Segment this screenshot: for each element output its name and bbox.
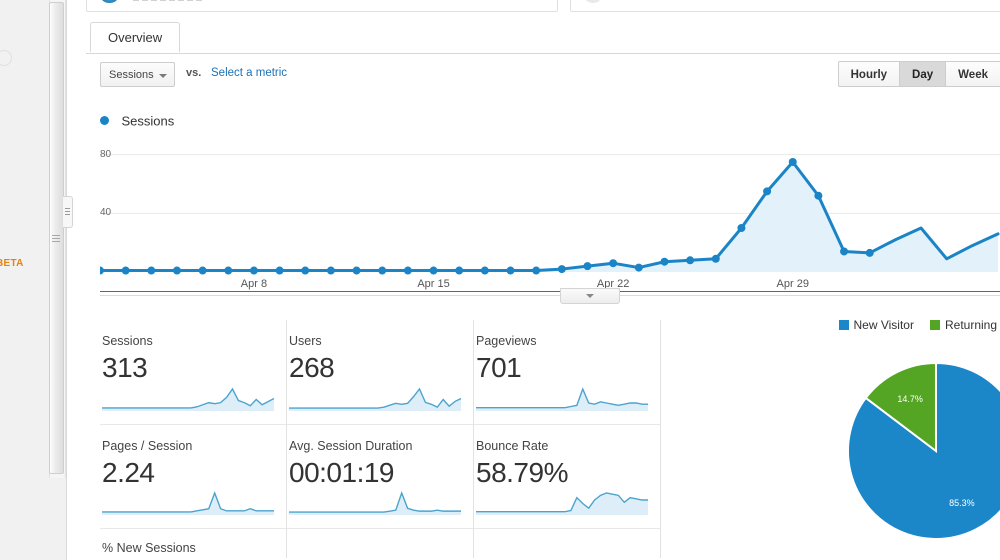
metric-card-value: 00:01:19 [289,457,395,488]
metric-card-row: Pages / Session 2.24 Avg. Session Duration… [100,424,680,528]
top-card-left[interactable] [86,0,558,12]
granularity-button-week[interactable]: Week [945,61,1000,87]
metric-card-value: 701 [476,352,522,383]
main-content: Overview Sessions vs. Select a metric Ho… [86,0,1000,560]
sidebar-icon-placeholder [0,50,12,66]
pie-slice-percent-label: 85.3% [949,498,975,508]
metric-card[interactable]: Sessions 313 [100,320,287,424]
metric-card-value: 58.79% [476,457,568,488]
analytics-overview-screen: BETA Overview [0,0,1000,560]
metric-sparkline [102,387,274,411]
top-card-right-icon [585,0,601,3]
top-card-left-text [133,0,205,1]
metric-card-row-partial: % New Sessions [100,528,680,560]
metric-card[interactable]: Pages / Session 2.24 [100,424,287,528]
metric-select[interactable]: Sessions [100,62,175,87]
scrollbar-grip-icon [52,233,60,243]
pie-legend: New Visitor Returning Visitor [786,318,1000,338]
sidebar-scrollbar-thumb[interactable] [49,2,64,474]
granularity-button-day[interactable]: Day [899,61,946,87]
new-vs-returning-pie-chart[interactable]: 85.3% 14.7% [836,346,1000,556]
metric-card[interactable]: Avg. Session Duration 00:01:19 [287,424,474,528]
granularity-button-group: Hourly Day Week [837,61,1000,87]
tab-overview[interactable]: Overview [90,22,181,52]
metric-card[interactable]: Bounce Rate 58.79% [474,424,661,528]
metric-card[interactable] [474,528,661,558]
metric-card-label: Bounce Rate [476,439,549,453]
y-axis-tick-80: 80 [100,148,112,160]
legend-color-dot [100,116,109,126]
chart-bottom-rule [100,295,1000,296]
metric-card-label: Pages / Session [102,439,193,453]
beta-badge: BETA [0,258,24,269]
top-card-right[interactable] [570,0,1000,12]
pie-legend-item[interactable]: New Visitor [838,318,914,332]
x-axis-tick-apr15: Apr 15 [417,278,450,290]
user-avatar-icon [101,0,118,3]
chevron-down-icon [159,74,167,78]
pie-legend-item[interactable]: Returning Visitor [929,318,1000,332]
metric-card[interactable]: Users 268 [287,320,474,424]
metric-card-label: Sessions [102,334,153,348]
metric-select-value: Sessions [109,69,154,81]
metric-card[interactable] [287,528,474,558]
metric-card-value: 268 [289,352,335,383]
legend-label: Sessions [121,113,175,129]
metric-sparkline [289,387,461,411]
pie-legend-swatch [929,320,940,330]
metric-sparkline [476,492,648,515]
pie-slice-percent-label: 14.7% [897,394,923,404]
chart-controls: Sessions vs. Select a metric Hourly Day We… [86,61,1000,98]
metric-card-label: Users [289,334,322,348]
chart-expand-button[interactable] [560,288,620,304]
metric-card-value: 313 [102,352,148,383]
sidebar-collapse-handle[interactable] [63,196,73,228]
metric-card-value: 2.24 [102,457,155,488]
top-partial-cards [86,0,1000,12]
metric-sparkline [476,387,648,411]
chart-baseline [100,291,1000,292]
metric-sparkline [289,490,461,515]
x-axis-tick-apr8: Apr 8 [240,278,268,290]
series-legend: Sessions [100,112,174,130]
metric-card[interactable]: % New Sessions [100,528,287,558]
granularity-button-hourly[interactable]: Hourly [837,61,900,87]
x-axis-tick-apr29: Apr 29 [776,278,809,290]
metric-cards-grid: Sessions 313 Users 268 Pageviews 701 Pages / S… [100,320,680,560]
new-vs-returning-panel: New Visitor Returning Visitor 85.3% 14.7% [786,318,1000,556]
y-axis-tick-40: 40 [100,207,112,219]
metric-card-row: Sessions 313 Users 268 Pageviews 701 [100,320,680,424]
metric-card-label: % New Sessions [102,541,196,555]
tab-strip: Overview [86,17,1000,54]
metric-sparkline [102,491,274,515]
pie-legend-label: Returning Visitor [944,318,1000,332]
metric-card-label: Pageviews [476,334,537,348]
sidebar-scrollbar-track[interactable] [49,0,66,478]
chevron-down-icon [586,294,594,298]
pie-legend-label: New Visitor [853,318,914,332]
select-metric-link[interactable]: Select a metric [211,67,287,79]
pie-legend-swatch [838,320,849,330]
metric-card-label: Avg. Session Duration [289,439,413,453]
vs-label: vs. [186,67,202,79]
metric-card[interactable]: Pageviews 701 [474,320,661,424]
sessions-trend-chart-svg [100,154,1000,275]
sessions-trend-chart[interactable]: 80 40 Apr 8 Apr 15 Apr 22 Apr 29 [100,132,1000,292]
left-sidebar: BETA [0,0,67,560]
